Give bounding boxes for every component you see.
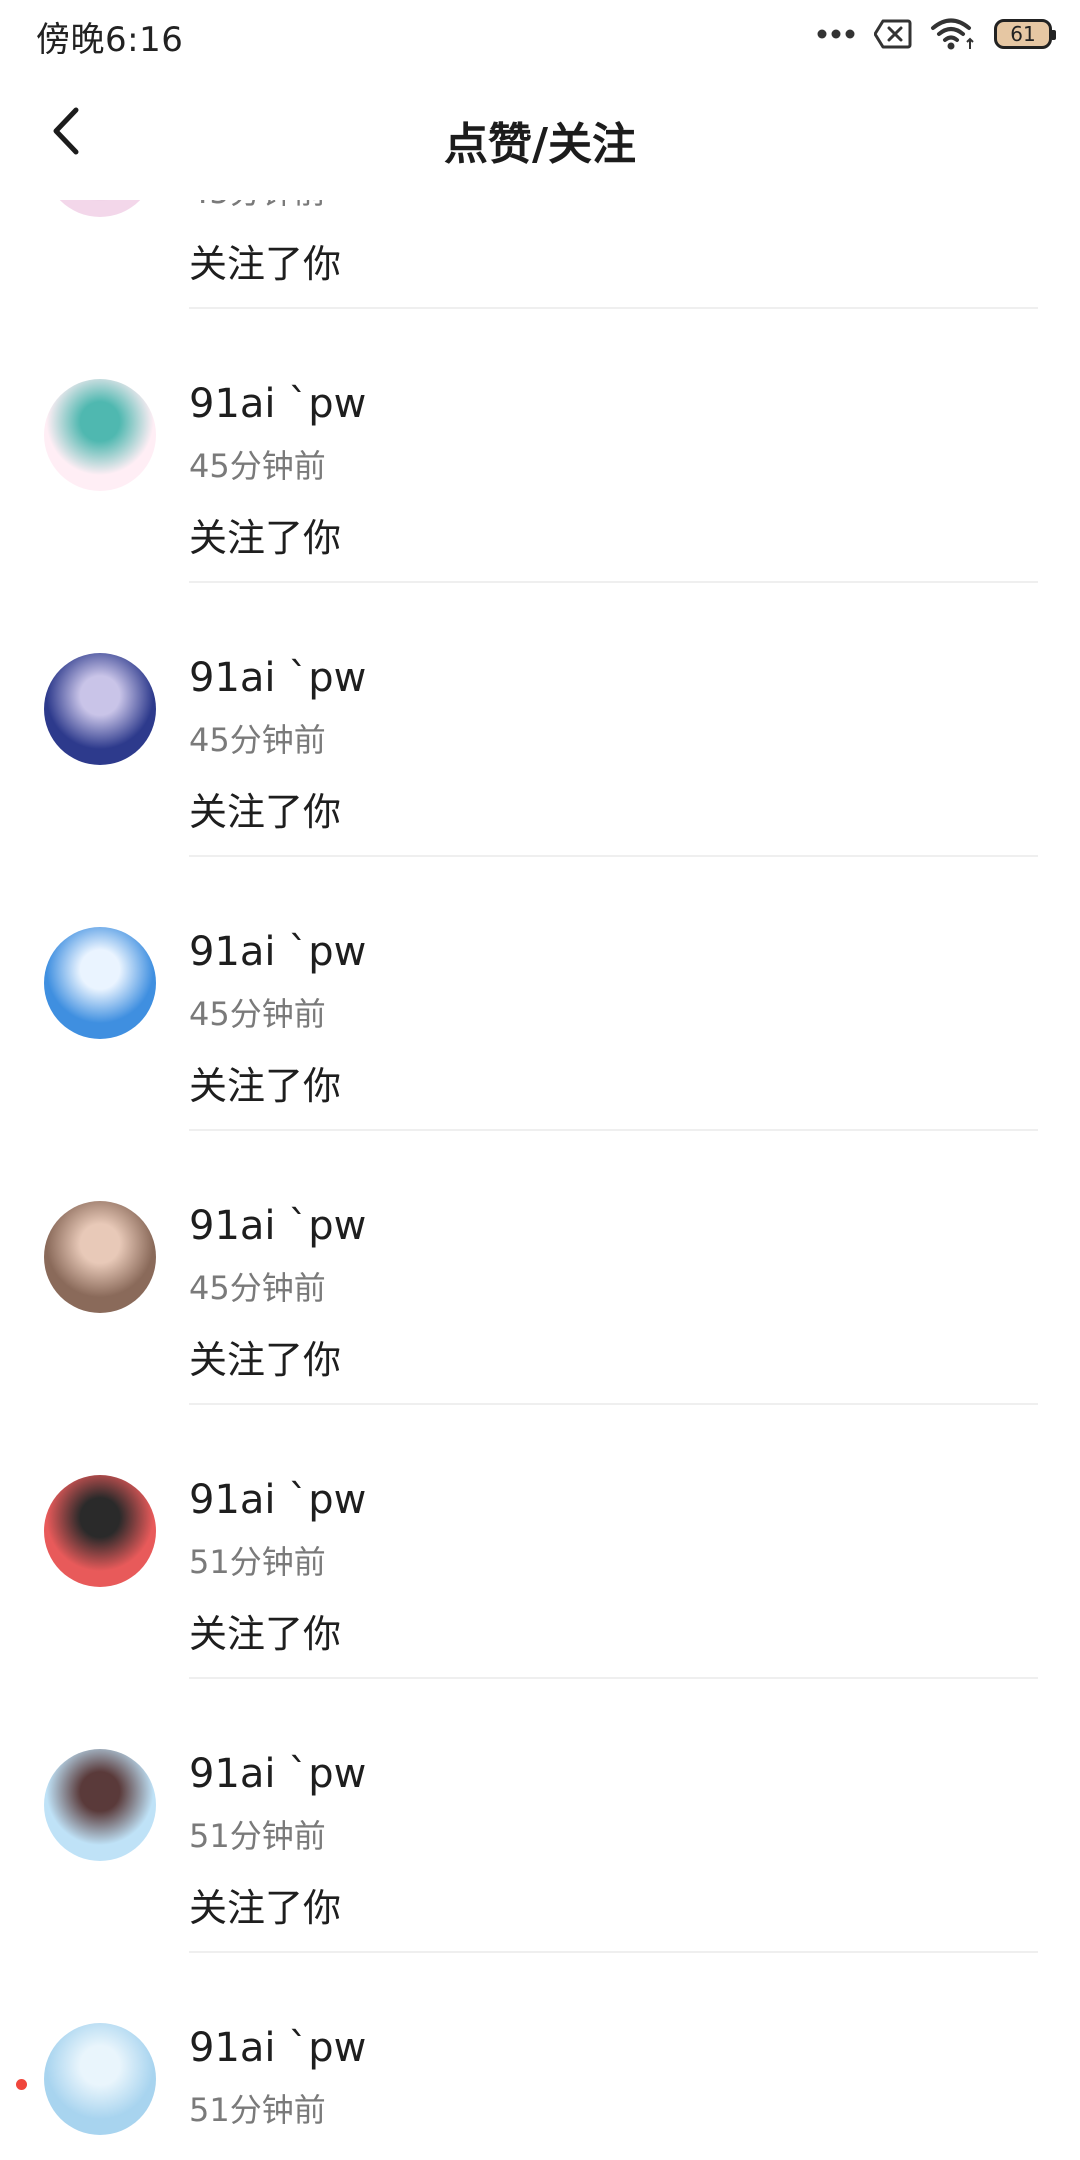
avatar[interactable]	[44, 1201, 156, 1313]
status-bar: 傍晚6:16 61	[0, 0, 1080, 70]
status-time: 傍晚6:16	[36, 20, 184, 60]
list-item[interactable]: 91ai `pw 45分钟前关注了你	[0, 857, 1080, 1131]
list-item[interactable]: 91ai `pw 51分钟前关注了你	[0, 1679, 1080, 1953]
avatar[interactable]	[44, 927, 156, 1039]
action-text: 关注了你	[189, 1064, 342, 1108]
time-ago: 45分钟前	[189, 447, 326, 485]
avatar[interactable]	[44, 1749, 156, 1861]
action-text: 关注了你	[189, 1338, 342, 1382]
status-icons: 61	[816, 14, 1056, 54]
list-item[interactable]: 91ai `pw 45分钟前关注了你	[0, 583, 1080, 857]
time-ago: 51分钟前	[189, 1817, 326, 1855]
list-item[interactable]: 91ai `pw 51分钟前	[0, 1953, 1080, 2160]
username[interactable]: 91ai `pw	[189, 381, 366, 427]
action-text: 关注了你	[189, 1612, 342, 1656]
username[interactable]: 91ai `pw	[189, 1203, 366, 1249]
avatar[interactable]	[44, 1475, 156, 1587]
unread-dot	[16, 2079, 27, 2090]
username[interactable]: 91ai `pw	[189, 929, 366, 975]
wifi-icon	[930, 17, 976, 51]
username[interactable]: 91ai `pw	[189, 1751, 366, 1797]
action-text: 关注了你	[189, 790, 342, 834]
notification-list[interactable]: 45分钟前关注了你91ai `pw45分钟前关注了你91ai `pw45分钟前关…	[0, 200, 1080, 2160]
avatar[interactable]	[44, 379, 156, 491]
time-ago: 45分钟前	[189, 1269, 326, 1307]
time-ago: 45分钟前	[189, 200, 326, 213]
list-container: 45分钟前关注了你91ai `pw45分钟前关注了你91ai `pw45分钟前关…	[0, 200, 1080, 2160]
more-dots-icon	[816, 28, 856, 40]
notification-x-icon	[874, 19, 912, 49]
time-ago: 45分钟前	[189, 995, 326, 1033]
action-text: 关注了你	[189, 1886, 342, 1930]
header: 点赞/关注	[0, 70, 1080, 200]
battery-icon: 61	[994, 19, 1056, 49]
avatar[interactable]	[44, 653, 156, 765]
username[interactable]: 91ai `pw	[189, 2025, 366, 2071]
time-ago: 45分钟前	[189, 721, 326, 759]
battery-level: 61	[1010, 22, 1036, 46]
list-item[interactable]: 91ai `pw 51分钟前关注了你	[0, 1405, 1080, 1679]
avatar[interactable]	[44, 2023, 156, 2135]
username[interactable]: 91ai `pw	[189, 655, 366, 701]
page-title: 点赞/关注	[443, 119, 637, 170]
avatar[interactable]	[44, 200, 156, 217]
time-ago: 51分钟前	[189, 2091, 326, 2129]
username[interactable]: 91ai `pw	[189, 1477, 366, 1523]
list-item[interactable]: 91ai `pw 45分钟前关注了你	[0, 309, 1080, 583]
time-ago: 51分钟前	[189, 1543, 326, 1581]
action-text: 关注了你	[189, 242, 342, 286]
list-item[interactable]: 91ai `pw 45分钟前关注了你	[0, 1131, 1080, 1405]
action-text: 关注了你	[189, 516, 342, 560]
list-item[interactable]: 45分钟前关注了你	[0, 200, 1080, 309]
